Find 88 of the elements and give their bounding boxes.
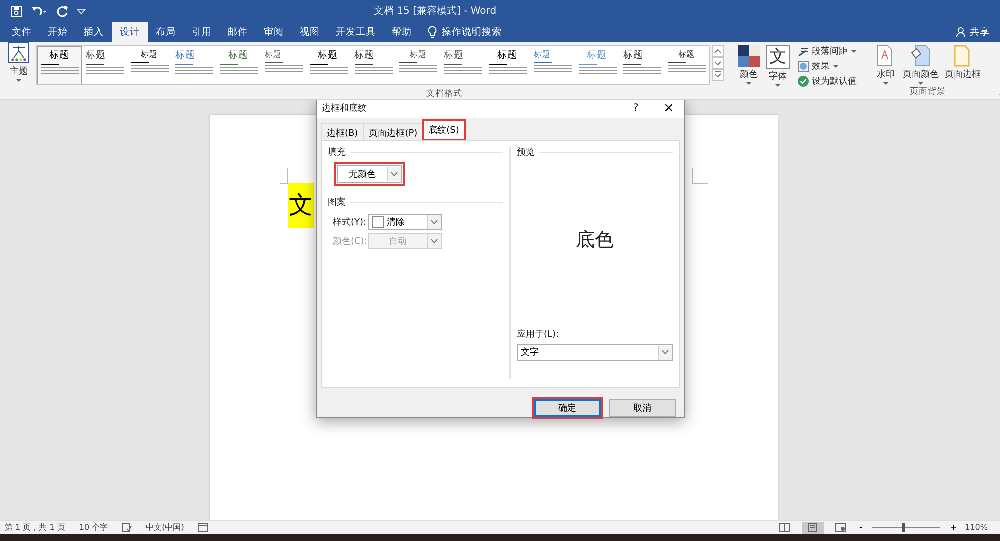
caret-icon [775,84,781,88]
caret-icon [833,64,839,68]
ribbon-tab[interactable]: 帮助 [384,22,420,42]
fill-dropdown[interactable]: 无颜色 [337,165,402,183]
caret-icon [16,79,22,83]
field-label: 应用于(L): [517,328,560,341]
section-label: 图案 [328,196,346,209]
ribbon-tab[interactable]: 插入 [76,22,112,42]
field-label: 颜色(C): [333,236,365,248]
dialog-tab[interactable]: 底纹(S) [422,120,466,140]
scroll-down-button[interactable] [712,57,724,69]
paint-bucket-icon [910,45,932,67]
word-count[interactable]: 10 个字 [79,522,108,533]
document-text: 文 [288,183,314,228]
dialog-tab[interactable]: 边框(B) [321,123,364,140]
dialog-tab[interactable]: 页面边框(P) [363,123,424,140]
group-label: 文档格式 [426,88,462,101]
language-indicator[interactable]: 中文(中国) [146,522,184,533]
effects-icon [798,61,809,72]
section-label: 填充 [328,146,346,159]
ribbon-tab[interactable]: 审阅 [256,22,292,42]
dialog-title: 边框和底纹 [322,102,367,114]
macro-icon[interactable] [198,523,208,532]
caret-icon [746,82,752,86]
caret-icon [391,172,398,176]
section-label: 预览 [517,146,535,159]
group-label: 页面背景 [910,86,946,99]
crop-mark [280,168,288,184]
set-as-default-button[interactable]: 设为默认值 [798,75,857,88]
caret-icon [883,82,889,86]
style-thumbnail[interactable]: 标题 [37,46,82,84]
field-label: 样式(Y): [333,216,365,228]
print-view-button[interactable] [802,522,824,534]
crop-mark [692,168,708,184]
tell-me-search[interactable]: 操作说明搜索 [442,26,502,38]
theme-button[interactable]: 主题 [6,42,32,83]
customize-caret-icon[interactable] [77,6,86,16]
ribbon-tab[interactable]: 开始 [40,22,76,42]
ribbon-tab[interactable]: 文件 [4,22,40,42]
caret-icon [918,82,924,86]
ribbon-tab[interactable]: 邮件 [220,22,256,42]
window-title: 文档 15 [兼容模式] - Word [374,4,497,18]
caret-icon [431,238,438,244]
lightbulb-icon[interactable] [428,26,437,38]
swatch-icon [372,216,384,228]
ribbon-tab[interactable]: 布局 [148,22,184,42]
print-view-icon [807,523,818,532]
zoom-in-button[interactable]: + [948,523,960,532]
colors-button[interactable]: 颜色 [736,45,762,86]
caret-icon [851,50,857,54]
page-color-button[interactable]: 页面颜色 [901,45,941,86]
save-icon[interactable] [10,4,23,18]
preview-sample-text: 底色 [575,228,615,253]
close-button[interactable]: × [654,100,684,116]
style-dropdown[interactable]: 清除 [368,214,442,230]
ribbon-tab[interactable]: 视图 [292,22,328,42]
caret-icon [662,350,669,355]
redo-icon[interactable] [56,4,69,18]
web-view-icon [835,523,846,532]
ribbon-tab[interactable]: 开发工具 [328,22,384,42]
help-button[interactable]: ? [624,102,648,114]
paragraph-spacing-icon [798,46,809,56]
effects-button[interactable]: 效果 [798,60,857,73]
font-glyph: 文 [766,45,790,69]
check-circle-icon [798,76,809,87]
page-count[interactable]: 第 1 页，共 1 页 [5,522,66,533]
paragraph-spacing-button[interactable]: 段落间距 [798,45,857,58]
person-icon[interactable] [956,26,967,38]
ribbon-tab[interactable]: 设计 [112,22,148,42]
zoom-level[interactable]: 110% [965,523,988,532]
apply-to-dropdown[interactable]: 文字 [517,344,673,361]
watermark-button[interactable]: 水印 [873,45,899,86]
caret-icon [431,220,438,224]
proofing-icon[interactable] [122,523,132,532]
page-borders-button[interactable]: 页面边框 [943,45,983,81]
color-swatch-icon [738,45,760,67]
ok-button[interactable]: 确定 [534,399,601,417]
scroll-up-button[interactable] [712,45,724,57]
cancel-button[interactable]: 取消 [609,399,676,417]
expand-icon [713,70,723,80]
undo-icon[interactable] [31,4,48,18]
read-view-icon [779,523,790,532]
fonts-button[interactable]: 文 字体 [764,45,792,88]
more-styles-button[interactable] [712,69,724,81]
slider-thumb[interactable] [902,523,906,532]
ribbon-tab[interactable]: 引用 [184,22,220,42]
zoom-out-button[interactable]: - [858,523,864,532]
share-button[interactable]: 共享 [970,26,990,38]
